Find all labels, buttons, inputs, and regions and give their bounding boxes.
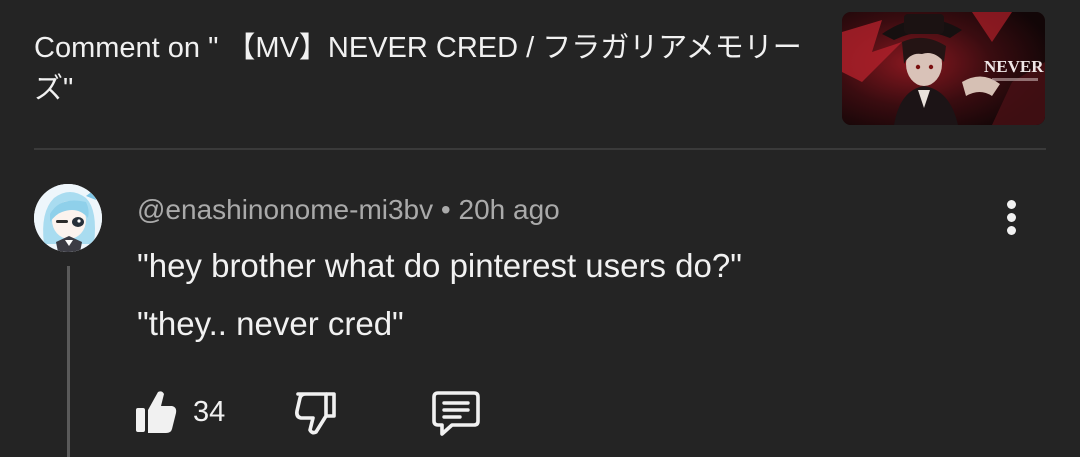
more-options-button[interactable] xyxy=(996,196,1028,240)
thumbnail-artwork: NEVER CRED xyxy=(842,12,1045,125)
avatar[interactable] xyxy=(34,184,102,252)
comment-meta: @enashinonome-mi3bv • 20h ago xyxy=(137,192,560,228)
thumbs-up-icon xyxy=(136,391,177,433)
comment-time: 20h ago xyxy=(458,194,560,225)
more-vertical-icon-dot xyxy=(1007,226,1016,235)
comment-text-line: "they.. never cred" xyxy=(137,305,404,342)
avatar-image xyxy=(34,184,102,252)
comment-text-line: "hey brother what do pinterest users do?… xyxy=(137,247,742,284)
dislike-button[interactable] xyxy=(292,388,340,436)
thumbnail-logo-text: NEVER CRED xyxy=(984,57,1045,76)
reply-comment-icon xyxy=(432,391,480,436)
comment-detail-page: Comment on " 【MV】NEVER CRED / フラガリアメモリーズ… xyxy=(0,0,1080,457)
video-thumbnail[interactable]: NEVER CRED xyxy=(842,12,1045,125)
meta-separator: • xyxy=(440,194,451,225)
more-vertical-icon xyxy=(1007,200,1016,209)
page-title: Comment on " 【MV】NEVER CRED / フラガリアメモリーズ… xyxy=(34,32,802,105)
like-count: 34 xyxy=(193,396,226,428)
more-vertical-icon-dot xyxy=(1007,213,1016,222)
reply-button[interactable] xyxy=(430,388,484,438)
header-divider xyxy=(34,148,1046,150)
thumbs-down-icon xyxy=(295,392,336,435)
reply-thread-line xyxy=(67,266,70,457)
like-button[interactable] xyxy=(134,388,178,436)
comment-author[interactable]: @enashinonome-mi3bv xyxy=(137,194,433,225)
